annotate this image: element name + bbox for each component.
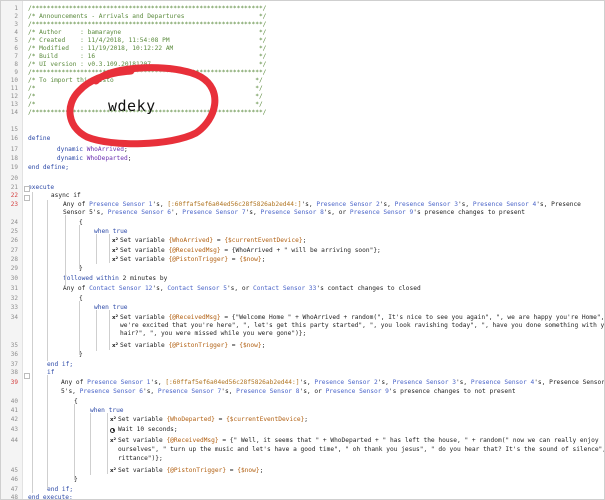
piston-code-editor: 1 2 3 4 5 6 7 8 9 10 11 12 13 14 15 16 17 18 19 20 21 22 23 24 2…	[0, 0, 605, 500]
red-circle-annotation	[66, 64, 219, 148]
annotation-handwritten-text: wdeky	[108, 97, 156, 115]
